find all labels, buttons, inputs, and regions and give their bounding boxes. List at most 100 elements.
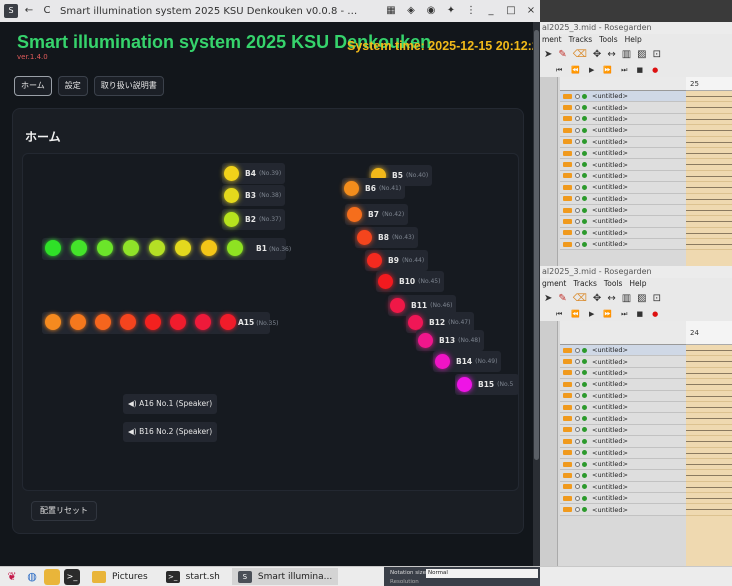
record-led-icon[interactable] [582,404,587,410]
track-row[interactable]: <untitled> [560,216,686,228]
segment-row[interactable] [686,205,732,217]
fixture-b3[interactable]: B3 (No.38) [222,185,286,206]
end-icon[interactable]: ⏭ [621,66,627,75]
resize-tool-icon[interactable]: ↔ [607,293,615,304]
speaker-b16[interactable]: ◀) B16 No.2 (Speaker) [123,422,218,442]
raspberry-menu-icon[interactable]: ❦ [4,569,20,585]
mute-led-icon[interactable] [575,416,580,422]
mute-led-icon[interactable] [575,218,580,224]
segment-row[interactable] [686,345,732,357]
fast-forward-icon[interactable]: ⏩ [603,66,612,74]
record-led-icon[interactable] [582,184,587,190]
split-tool-icon[interactable]: ▥ [622,293,631,304]
speaker-a16[interactable]: ◀) A16 No.1 (Speaker) [123,394,218,414]
nav-settings-button[interactable]: 設定 [57,76,88,96]
file-manager-icon[interactable] [44,568,60,585]
close-button[interactable]: × [522,4,540,18]
mute-led-icon[interactable] [575,359,580,365]
mute-led-icon[interactable] [575,116,580,122]
track-row[interactable]: <untitled> [560,91,686,103]
page-scrollbar[interactable] [533,22,540,566]
zoom-icon[interactable]: ⊡ [653,49,661,60]
segment-row[interactable] [686,137,732,148]
fixture-b15[interactable]: B15 (No.5 [455,374,519,395]
mute-led-icon[interactable] [575,230,580,236]
light-strip-b1[interactable]: B1 (No.36) [42,238,291,260]
track-row[interactable]: <untitled> [560,345,686,357]
segment-row[interactable] [686,228,732,240]
end-icon[interactable]: ⏭ [621,310,627,319]
fixture-b7[interactable]: B7 (No.42) [345,204,409,225]
track-row[interactable]: <untitled> [560,356,686,368]
track-row[interactable]: <untitled> [560,227,686,240]
mute-led-icon[interactable] [575,162,580,168]
layout-canvas[interactable]: B1 (No.36) A15 (No.35) B4 (No.39) B3 (No.38)… [22,153,519,491]
segment-row[interactable] [686,216,732,228]
track-row[interactable]: <untitled> [560,504,686,516]
light-strip-a15[interactable]: A15 (No.35) [42,312,279,334]
segment-row[interactable] [686,171,732,183]
stop-icon[interactable]: ■ [636,66,643,74]
record-led-icon[interactable] [582,427,587,433]
record-led-icon[interactable] [582,93,587,99]
segment-row[interactable] [686,182,732,194]
fixture-b10[interactable]: B10 (No.45) [376,271,445,292]
mute-led-icon[interactable] [575,427,580,433]
eraser-tool-icon[interactable]: ⌫ [573,293,587,304]
track-row[interactable]: <untitled> [560,424,686,437]
record-led-icon[interactable] [582,438,587,444]
rewind-icon[interactable]: ⏪ [571,66,580,74]
join-tool-icon[interactable]: ▨ [637,49,646,60]
track-row[interactable]: <untitled> [560,436,686,448]
track-row[interactable]: <untitled> [560,413,686,425]
segment-row[interactable] [686,425,732,437]
split-tool-icon[interactable]: ▥ [622,49,631,60]
segment-row[interactable] [686,148,732,160]
record-led-icon[interactable] [582,393,587,399]
fixture-b9[interactable]: B9 (No.44) [365,250,429,271]
terminal-icon[interactable]: >_ [64,568,80,585]
track-row[interactable]: <untitled> [560,193,686,205]
track-row[interactable]: <untitled> [560,481,686,494]
segment-row[interactable] [686,125,732,137]
record-led-icon[interactable] [582,127,587,133]
segment-row[interactable] [686,402,732,414]
taskbar-item-browser[interactable]: S Smart illumina... [231,568,339,585]
pencil-tool-icon[interactable]: ✎ [558,49,566,60]
record-led-icon[interactable] [582,347,587,353]
fixture-b4[interactable]: B4 (No.39) [222,163,286,184]
tab-title[interactable]: Smart illumination system 2025 KSU Denko… [60,6,360,17]
segment-canvas[interactable]: 24 [686,321,732,566]
mute-led-icon[interactable] [575,207,580,213]
track-row[interactable]: <untitled> [560,182,686,194]
mute-led-icon[interactable] [575,404,580,410]
move-tool-icon[interactable]: ✥ [593,293,601,304]
zoom-icon[interactable]: ⊡ [653,293,661,304]
track-row[interactable]: <untitled> [560,401,686,414]
track-row[interactable]: <untitled> [560,367,686,380]
record-led-icon[interactable] [582,472,587,478]
track-row[interactable]: <untitled> [560,159,686,171]
eye-icon[interactable]: ◉ [422,4,440,18]
track-row[interactable]: <untitled> [560,493,686,505]
fixture-b14[interactable]: B14 (No.49) [433,351,502,372]
track-row[interactable]: <untitled> [560,125,686,137]
mute-led-icon[interactable] [575,495,580,501]
back-button[interactable]: ← [22,4,36,18]
extension-icon[interactable]: ◈ [402,4,420,18]
fixture-b8[interactable]: B8 (No.43) [355,227,419,248]
mute-led-icon[interactable] [575,184,580,190]
taskbar-item-terminal[interactable]: >_ start.sh [160,568,226,585]
mute-led-icon[interactable] [575,450,580,456]
mute-led-icon[interactable] [575,370,580,376]
track-row[interactable]: <untitled> [560,113,686,126]
segment-row[interactable] [686,448,732,459]
record-led-icon[interactable] [582,150,587,156]
track-row[interactable]: <untitled> [560,239,686,251]
menu-tracks[interactable]: Tracks [569,34,593,45]
play-icon[interactable]: ▶ [589,66,594,74]
segment-row[interactable] [686,470,732,482]
track-row[interactable]: <untitled> [560,136,686,148]
mute-led-icon[interactable] [575,393,580,399]
mute-led-icon[interactable] [575,139,580,145]
